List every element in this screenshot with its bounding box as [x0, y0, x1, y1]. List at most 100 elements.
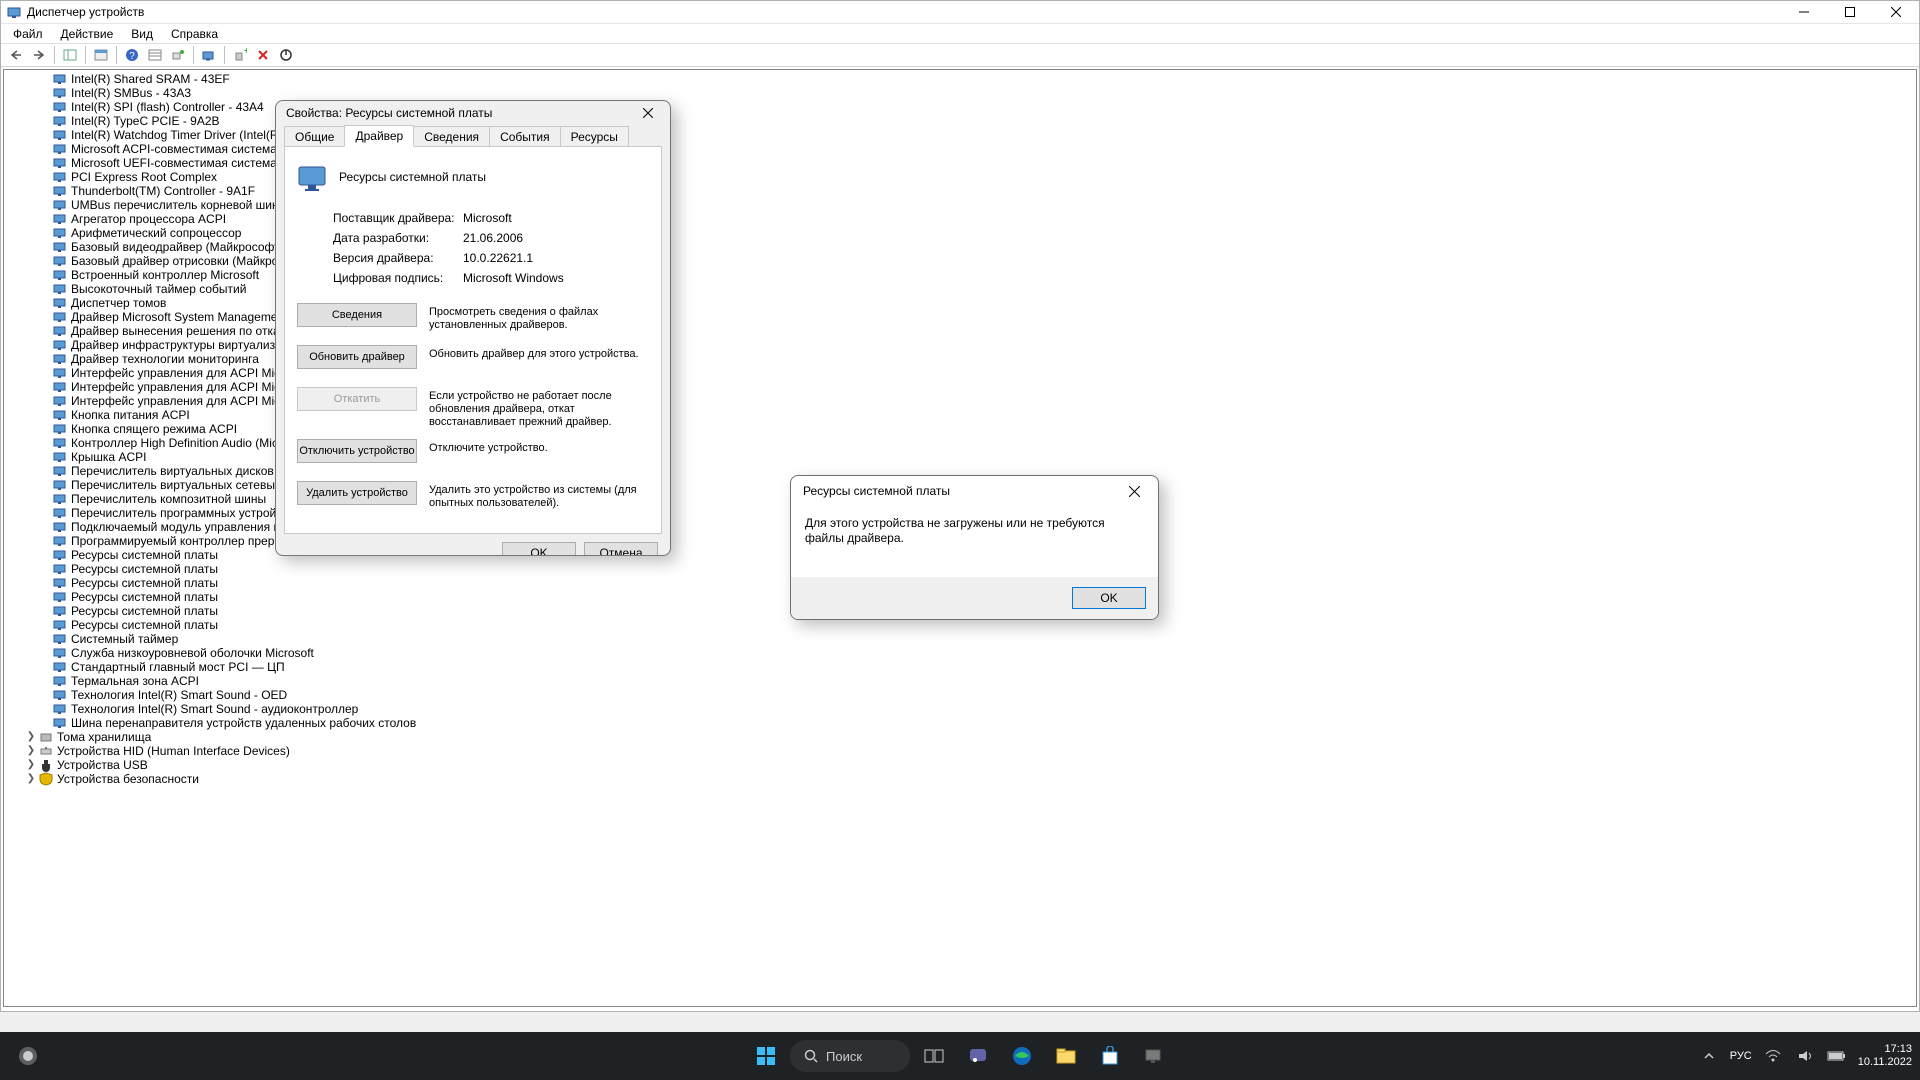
device-icon	[52, 282, 68, 296]
tree-item-label: Перечислитель композитной шины	[71, 492, 266, 506]
tab-driver[interactable]: Драйвер	[344, 125, 414, 147]
menu-file[interactable]: Файл	[5, 25, 51, 43]
edge-button[interactable]	[1002, 1036, 1042, 1076]
tree-device-item[interactable]: Технология Intel(R) Smart Sound - OED	[8, 688, 1916, 702]
message-body: Для этого устройства не загружены или не…	[791, 506, 1158, 577]
expand-icon[interactable]: ❯	[24, 744, 38, 758]
start-button[interactable]	[746, 1036, 786, 1076]
tree-item-label: Системный таймер	[71, 632, 178, 646]
tree-device-item[interactable]: Технология Intel(R) Smart Sound - аудиок…	[8, 702, 1916, 716]
tree-device-item[interactable]: Intel(R) SMBus - 43A3	[8, 86, 1916, 100]
volume-icon[interactable]	[1794, 1036, 1816, 1076]
tree-device-item[interactable]: Ресурсы системной платы	[8, 618, 1916, 632]
menu-help[interactable]: Справка	[163, 25, 226, 43]
wifi-icon[interactable]	[1762, 1036, 1784, 1076]
svg-text:+: +	[244, 48, 247, 57]
update-driver-button[interactable]: Обновить драйвер	[297, 345, 417, 369]
device-icon	[52, 660, 68, 674]
tree-category-item[interactable]: ❯ Устройства USB	[8, 758, 1916, 772]
tree-device-item[interactable]: Intel(R) Shared SRAM - 43EF	[8, 72, 1916, 86]
tree-category-item[interactable]: ❯Тома хранилища	[8, 730, 1916, 744]
version-value: 10.0.22621.1	[463, 251, 649, 265]
tree-item-label: Thunderbolt(TM) Controller - 9A1F	[71, 184, 255, 198]
device-icon	[52, 618, 68, 632]
row-rollback: Откатить Если устройство не работает пос…	[297, 387, 649, 429]
tree-item-label: Microsoft UEFI-совместимая система	[71, 156, 277, 170]
disable-device-button[interactable]	[275, 44, 297, 66]
toolbar-sep	[193, 46, 194, 64]
disable-device-button[interactable]: Отключить устройство	[297, 439, 417, 463]
menu-action[interactable]: Действие	[53, 25, 122, 43]
dialog-close-button[interactable]	[636, 101, 660, 125]
tree-item-label: Служба низкоуровневой оболочки Microsoft	[71, 646, 314, 660]
tree-category-item[interactable]: ❯Устройства HID (Human Interface Devices…	[8, 744, 1916, 758]
tree-device-item[interactable]: Служба низкоуровневой оболочки Microsoft	[8, 646, 1916, 660]
expand-icon[interactable]: ❯	[24, 758, 38, 772]
tree-device-item[interactable]: Шина перенаправителя устройств удаленных…	[8, 716, 1916, 730]
tree-device-item[interactable]: Системный таймер	[8, 632, 1916, 646]
widgets-button[interactable]	[8, 1036, 48, 1076]
store-button[interactable]	[1090, 1036, 1130, 1076]
driver-info-grid: Поставщик драйвера: Microsoft Дата разра…	[333, 211, 649, 285]
tree-item-label: Устройства USB	[57, 758, 148, 772]
tree-device-item[interactable]: Термальная зона ACPI	[8, 674, 1916, 688]
uninstall-device-button[interactable]: Удалить устройство	[297, 481, 417, 505]
menu-view[interactable]: Вид	[123, 25, 161, 43]
add-legacy-button[interactable]: +	[229, 44, 251, 66]
rollback-driver-desc: Если устройство не работает после обновл…	[429, 387, 649, 429]
message-close-button[interactable]	[1122, 479, 1146, 503]
close-button[interactable]	[1873, 1, 1919, 23]
device-icon	[52, 268, 68, 282]
device-icon	[52, 142, 68, 156]
clock[interactable]: 17:13 10.11.2022	[1858, 1043, 1912, 1069]
device-icon	[52, 562, 68, 576]
tree-item-label: Кнопка питания ACPI	[71, 408, 190, 422]
row-disable: Отключить устройство Отключите устройств…	[297, 439, 649, 471]
input-lang[interactable]: РУС	[1730, 1050, 1752, 1062]
back-button[interactable]	[5, 44, 27, 66]
minimize-button[interactable]	[1781, 1, 1827, 23]
expand-icon[interactable]: ❯	[24, 730, 38, 744]
driver-details-button[interactable]: Сведения	[297, 303, 417, 327]
dialog-cancel-button[interactable]: Отмена	[584, 542, 658, 556]
show-hide-tree-button[interactable]	[59, 44, 81, 66]
tree-item-label: Intel(R) TypeC PCIE - 9A2B	[71, 114, 220, 128]
forward-button[interactable]	[28, 44, 50, 66]
dialog-ok-button[interactable]: OK	[502, 542, 576, 556]
task-view-button[interactable]	[914, 1036, 954, 1076]
tab-general[interactable]: Общие	[284, 126, 345, 147]
device-icon	[52, 408, 68, 422]
device-icon	[52, 716, 68, 730]
device-icon	[52, 548, 68, 562]
scan-hardware-button[interactable]	[198, 44, 220, 66]
devmgr-taskbar-button[interactable]	[1134, 1036, 1174, 1076]
explorer-button[interactable]	[1046, 1036, 1086, 1076]
clock-date: 10.11.2022	[1858, 1056, 1912, 1069]
list-view-button[interactable]	[144, 44, 166, 66]
expand-icon[interactable]: ❯	[24, 772, 38, 786]
device-icon	[52, 352, 68, 366]
tray-chevron-icon[interactable]	[1698, 1036, 1720, 1076]
tree-item-label: Intel(R) Shared SRAM - 43EF	[71, 72, 230, 86]
properties-button[interactable]	[90, 44, 112, 66]
device-icon	[52, 114, 68, 128]
device-icon	[52, 576, 68, 590]
tree-item-label: Устройства безопасности	[57, 772, 199, 786]
uninstall-button[interactable]	[252, 44, 274, 66]
tab-details[interactable]: Сведения	[413, 126, 490, 147]
message-box: Ресурсы системной платы Для этого устрой…	[790, 475, 1159, 620]
maximize-button[interactable]	[1827, 1, 1873, 23]
tree-item-label: Агрегатор процессора ACPI	[71, 212, 226, 226]
tree-category-item[interactable]: ❯ Устройства безопасности	[8, 772, 1916, 786]
chat-button[interactable]	[958, 1036, 998, 1076]
tab-resources[interactable]: Ресурсы	[560, 126, 629, 147]
provider-label: Поставщик драйвера:	[333, 211, 463, 225]
battery-icon[interactable]	[1826, 1036, 1848, 1076]
toolbar-sep	[224, 46, 225, 64]
message-ok-button[interactable]: OK	[1072, 587, 1146, 609]
update-driver-button[interactable]	[167, 44, 189, 66]
tree-device-item[interactable]: Стандартный главный мост PCI — ЦП	[8, 660, 1916, 674]
tab-events[interactable]: События	[489, 126, 561, 147]
search-box[interactable]: Поиск	[790, 1040, 910, 1072]
help-button[interactable]: ?	[121, 44, 143, 66]
